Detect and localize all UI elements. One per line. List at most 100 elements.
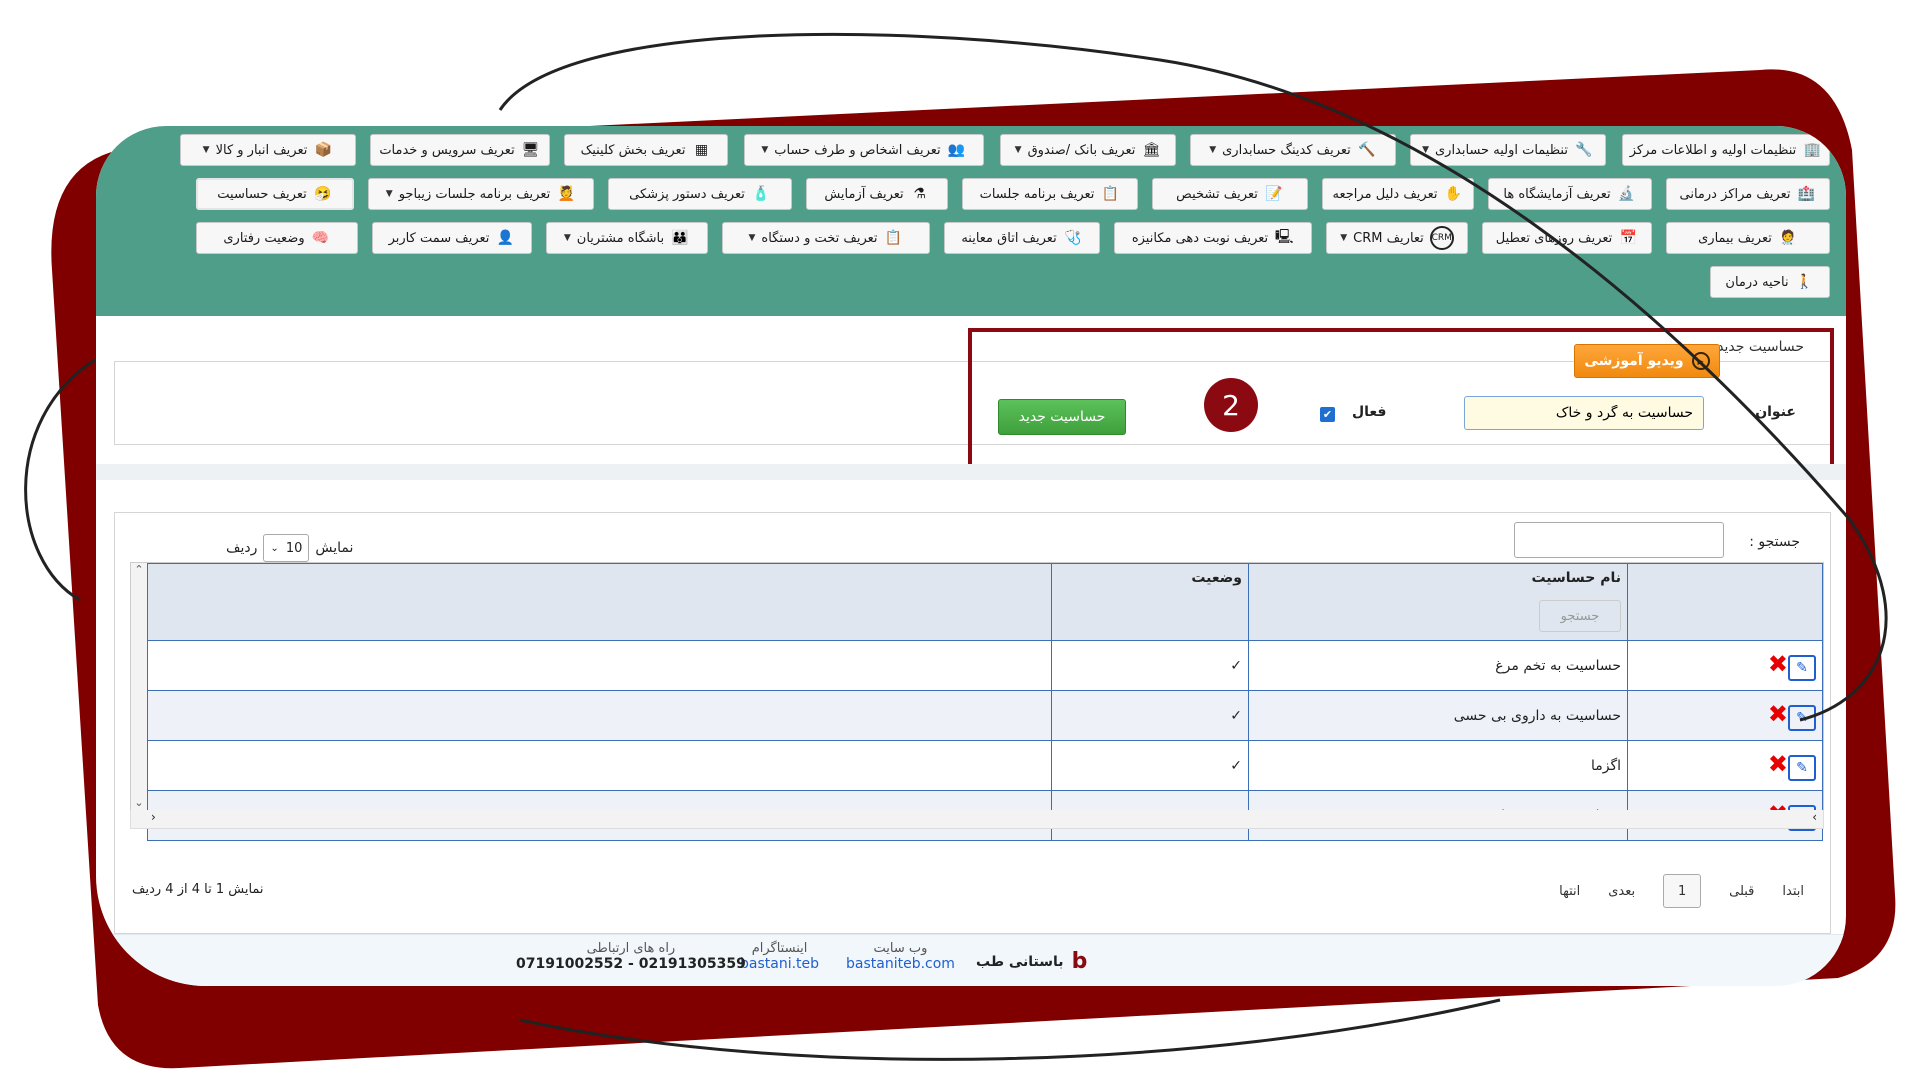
title-input[interactable]: [1464, 396, 1704, 430]
bottle-icon: 🧴: [752, 186, 770, 202]
footer-website: وب سایت bastaniteb.com: [846, 941, 955, 972]
new-allergy-button[interactable]: حساسیت جدید: [998, 399, 1126, 435]
edit-icon[interactable]: ✎: [1788, 755, 1816, 781]
chevron-down-icon: ▼: [1422, 145, 1429, 155]
menu-center-settings[interactable]: 🏢 تنظیمات اولیه و اطلاعات مرکز: [1622, 134, 1830, 166]
page-size-control: نمایش ⌄ 10 ردیف: [226, 534, 353, 562]
menu-medical-order[interactable]: 🧴 تعریف دستور پزشکی: [608, 178, 792, 210]
menu-bed-device[interactable]: 📋 تعریف تخت و دستگاه ▼: [722, 222, 930, 254]
chevron-up-icon[interactable]: ⌃: [131, 563, 147, 576]
instagram-link[interactable]: bastani.teb: [740, 956, 819, 972]
pager-current-page[interactable]: 1: [1663, 874, 1702, 908]
menu-laboratories[interactable]: 🔬 تعریف آزمایشگاه ها: [1488, 178, 1652, 210]
menu-disease[interactable]: 🧑‍⚕️ تعریف بیماری: [1666, 222, 1830, 254]
menu-diagnosis[interactable]: 📝 تعریف تشخیص: [1152, 178, 1308, 210]
delete-icon[interactable]: ✖: [1768, 650, 1788, 678]
delete-icon[interactable]: ✖: [1768, 700, 1788, 728]
menu-test[interactable]: ⚗ تعریف آزمایش: [806, 178, 948, 210]
pager-last[interactable]: انتها: [1559, 884, 1580, 899]
menu-warehouse[interactable]: 📦 تعریف انبار و کالا ▼: [180, 134, 356, 166]
row-empty: [147, 690, 1052, 741]
menu-session-plan[interactable]: 📋 تعریف برنامه جلسات: [962, 178, 1138, 210]
row-actions: ✎✖: [1627, 740, 1823, 791]
chevron-down-icon: ▼: [761, 145, 769, 155]
chevron-down-icon: ▼: [563, 233, 571, 243]
building-icon: 🏢: [1803, 142, 1821, 158]
table-header-row: نام حساسیت جستجو وضعیت: [147, 563, 1823, 641]
checklist-icon: 📋: [1101, 186, 1120, 202]
chevron-down-icon[interactable]: ⌄: [131, 796, 147, 809]
tools-icon: 🔨: [1358, 142, 1376, 158]
allergy-table: نام حساسیت جستجو وضعیت ✎✖ حساسیت به تخم …: [147, 563, 1823, 841]
menu-medical-centers[interactable]: 🏥 تعریف مراکز درمانی: [1666, 178, 1830, 210]
body-icon: 🚶: [1795, 274, 1814, 290]
pagination: ابتدا قبلی 1 بعدی انتها: [1559, 874, 1804, 908]
table-row: ✎✖ حساسیت به تخم مرغ ✓: [147, 640, 1823, 691]
menu-holidays[interactable]: 📅 تعریف روزهای تعطیل: [1482, 222, 1652, 254]
empty-column-header: [147, 563, 1052, 641]
club-icon: 👪: [671, 230, 689, 246]
table-container: ⌃ ⌄ نام حساسیت جستجو وضعیت ✎✖ حساسیت به ت…: [130, 562, 1824, 841]
room-icon: 🩺: [1063, 230, 1082, 246]
chevron-left-icon[interactable]: ‹: [151, 810, 156, 824]
edit-icon[interactable]: ✎: [1788, 705, 1816, 731]
search-input[interactable]: [1514, 522, 1724, 558]
video-tutorial-button[interactable]: ▶ ویدیو آموزشی: [1574, 344, 1720, 378]
row-name: حساسیت به تخم مرغ: [1248, 640, 1628, 691]
status-column-header[interactable]: وضعیت: [1051, 563, 1249, 641]
horizontal-scrollbar[interactable]: ‹ ›: [130, 810, 1824, 829]
chevron-down-icon: ▼: [1340, 233, 1348, 243]
crm-icon: CRM: [1429, 226, 1454, 250]
vertical-scrollbar[interactable]: ⌃ ⌄: [131, 563, 147, 811]
footer-contact: راه های ارتباطی 07191002552 - 0219130535…: [516, 941, 746, 972]
menu-visit-reason[interactable]: ✋ تعریف دلیل مراجعه: [1322, 178, 1474, 210]
table-row: ✎✖ حساسیت به داروی بی حسی ✓: [147, 690, 1823, 741]
page-size-select[interactable]: ⌄ 10: [263, 534, 310, 562]
chevron-down-icon: ⌄: [270, 542, 279, 554]
footer-brand: b باستانی طب: [976, 949, 1088, 974]
menu-accounting-coding[interactable]: 🔨 تعریف کدینگ حسابداری ▼: [1190, 134, 1396, 166]
menu-persons-accounts[interactable]: 👥 تعریف اشخاص و طرف حساب ▼: [744, 134, 984, 166]
calendar-icon: 📅: [1619, 230, 1637, 246]
row-status: ✓: [1051, 740, 1249, 791]
table-info: نمایش 1 تا 4 از 4 ردیف: [132, 882, 264, 897]
hospital-icon: 🏥: [1797, 186, 1816, 202]
menu-exam-room[interactable]: 🩺 تعریف اتاق معاینه: [944, 222, 1100, 254]
menu-bank-cash[interactable]: 🏛 تعریف بانک /صندوق ▼: [1000, 134, 1176, 166]
menu-clinic-section[interactable]: ▦ تعریف بخش کلینیک: [564, 134, 728, 166]
row-name: اگزما: [1248, 740, 1628, 791]
name-column-search[interactable]: جستجو: [1539, 600, 1621, 632]
hand-icon: ✋: [1444, 186, 1463, 202]
user-icon: 👤: [496, 230, 515, 246]
name-column-header[interactable]: نام حساسیت جستجو: [1248, 563, 1628, 641]
active-checkbox[interactable]: ✔: [1320, 407, 1335, 422]
lab-icon: 🔬: [1617, 186, 1636, 202]
edit-icon[interactable]: ✎: [1788, 655, 1816, 681]
pager-first[interactable]: ابتدا: [1782, 884, 1804, 899]
menu-customer-club[interactable]: 👪 باشگاه مشتریان ▼: [546, 222, 708, 254]
website-link[interactable]: bastaniteb.com: [846, 956, 955, 972]
delete-icon[interactable]: ✖: [1768, 750, 1788, 778]
menu-crm[interactable]: CRM تعاریف CRM ▼: [1326, 222, 1468, 254]
chevron-right-icon[interactable]: ›: [1812, 810, 1817, 824]
row-name: حساسیت به داروی بی حسی: [1248, 690, 1628, 741]
beauty-icon: 💆: [557, 186, 575, 202]
menu-services[interactable]: 🖥 تعریف سرویس و خدمات: [370, 134, 550, 166]
menu-treatment-area[interactable]: 🚶 ناحیه درمان: [1710, 266, 1830, 298]
pager-prev[interactable]: قبلی: [1729, 884, 1754, 899]
form-title: حساسیت جدید: [1717, 339, 1804, 355]
menu-user-role[interactable]: 👤 تعریف سمت کاربر: [372, 222, 532, 254]
title-label: عنوان: [1755, 404, 1796, 420]
flask-icon: ⚗: [913, 186, 926, 202]
menu-auto-scheduling[interactable]: 🖳 تعریف نوبت دهی مکانیزه: [1114, 222, 1312, 254]
menu-behavior-status[interactable]: 🧠 وضعیت رفتاری: [196, 222, 358, 254]
menu-accounting-settings[interactable]: 🔧 تنظیمات اولیه حسابداری ▼: [1410, 134, 1606, 166]
behavior-icon: 🧠: [311, 230, 330, 246]
people-icon: 👥: [947, 142, 966, 158]
pager-next[interactable]: بعدی: [1608, 884, 1635, 899]
tools-icon: 🔧: [1575, 142, 1593, 158]
menu-beauty-sessions[interactable]: 💆 تعریف برنامه جلسات زیباجو ▼: [368, 178, 594, 210]
queue-icon: 🖳: [1274, 229, 1294, 245]
table-row: ✎✖ اگزما ✓: [147, 740, 1823, 791]
menu-allergy[interactable]: 🤧 تعریف حساسیت: [196, 178, 354, 210]
